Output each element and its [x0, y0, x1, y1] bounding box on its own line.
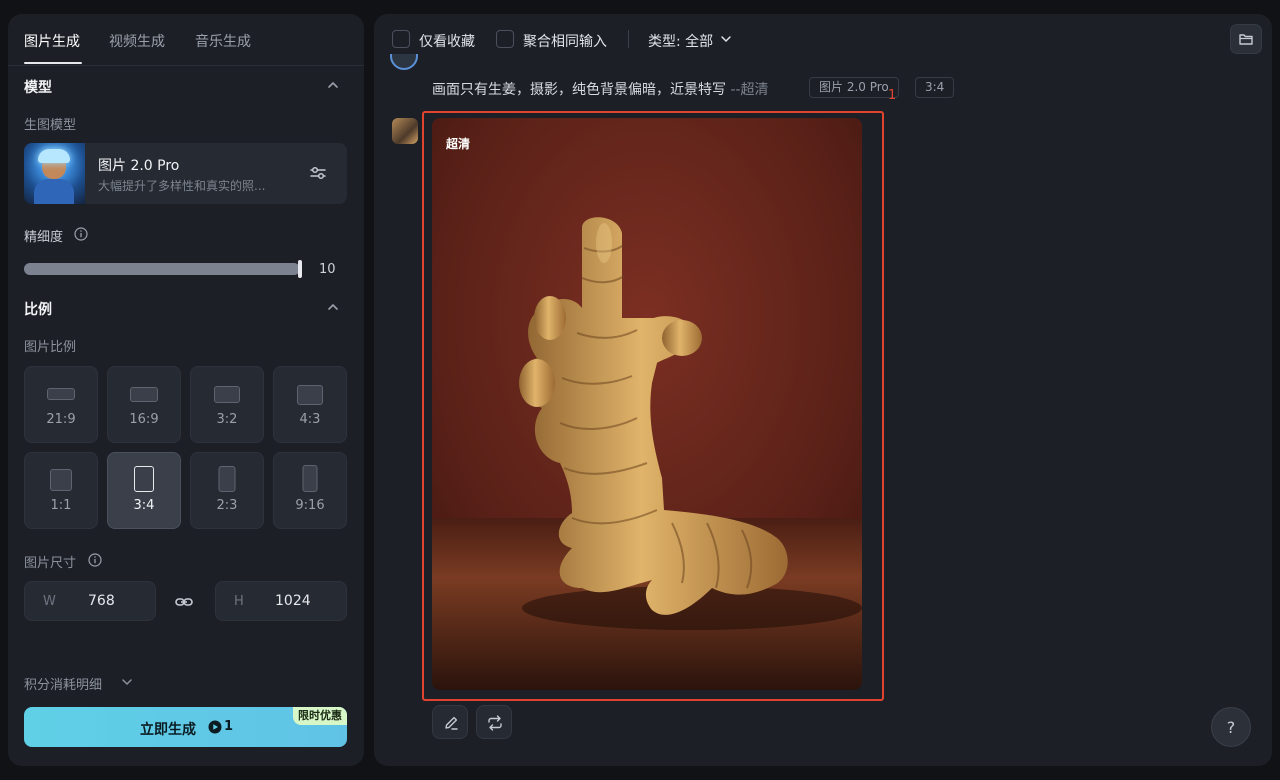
ratio-1-1-shape-icon [50, 469, 72, 491]
model-name: 图片 2.0 Pro [98, 158, 180, 174]
ratio-option-21-9[interactable]: 21:9 [24, 366, 98, 443]
collapse-ratio-chevron-up-icon[interactable] [326, 300, 340, 314]
edit-button[interactable] [432, 705, 468, 739]
type-filter-dropdown[interactable]: 类型: 全部 [648, 31, 713, 51]
merge-same-input-checkbox[interactable] [496, 30, 514, 48]
model-selector-card[interactable]: 图片 2.0 Pro 大幅提升了多样性和真实的照... [24, 143, 347, 204]
precision-label: 精细度 [24, 230, 64, 245]
ratio-option-3-2[interactable]: 3:2 [190, 366, 264, 443]
tab-image-generation[interactable]: 图片生成 [24, 31, 80, 51]
help-question-icon: ? [1226, 718, 1236, 737]
ratio-label: 16:9 [129, 412, 159, 427]
generated-image-ginger[interactable]: 超清 [432, 118, 862, 690]
active-tab-indicator [24, 62, 82, 64]
model-description: 大幅提升了多样性和真实的照... [98, 179, 266, 193]
precision-slider-fill [24, 263, 300, 275]
model-sub-label: 生图模型 [24, 118, 77, 133]
prompt-text: 画面只有生姜，摄影，纯色背景偏暗，近景特写 --超清 [432, 79, 769, 99]
ginger-photo-image [432, 118, 862, 690]
repeat-icon [488, 715, 502, 731]
regenerate-button[interactable] [476, 705, 512, 739]
ratio-3-2-shape-icon [214, 386, 240, 403]
ratio-4-3-shape-icon [297, 385, 323, 405]
precision-slider[interactable] [24, 260, 302, 278]
height-input[interactable]: H 1024 [215, 581, 347, 621]
size-info-icon[interactable] [88, 553, 102, 567]
folder-button[interactable] [1230, 24, 1262, 54]
link-aspect-lock-icon[interactable] [174, 592, 194, 612]
ratio-label: 4:3 [299, 412, 321, 427]
ratio-label: 21:9 [46, 412, 76, 427]
ratio-option-9-16[interactable]: 9:16 [273, 452, 347, 529]
help-button[interactable]: ? [1211, 707, 1251, 747]
generate-credit-cost: 1 [224, 719, 234, 734]
favorites-only-checkbox[interactable] [392, 30, 410, 48]
result-avatar [392, 118, 418, 144]
ratio-option-16-9[interactable]: 16:9 [107, 366, 181, 443]
ratio-sub-label: 图片比例 [24, 340, 77, 355]
ratio-option-3-4[interactable]: 3:4 [107, 452, 181, 529]
folder-icon [1239, 34, 1253, 45]
ratio-label: 3:2 [216, 412, 238, 427]
annotation-number: 1 [888, 88, 897, 103]
width-value: 768 [88, 593, 115, 609]
width-prefix: W [43, 594, 56, 609]
ratio-label: 2:3 [216, 498, 238, 513]
settings-panel: 图片生成 视频生成 音乐生成 模型 生图模型 图片 2.0 Pro 大幅提升了多… [8, 14, 364, 766]
generation-tabs: 图片生成 视频生成 音乐生成 [8, 14, 364, 66]
tab-music-generation[interactable]: 音乐生成 [195, 31, 251, 51]
ratio-2-3-shape-icon [218, 466, 236, 492]
pencil-icon [445, 716, 458, 730]
type-filter-chevron-down-icon[interactable] [720, 33, 732, 45]
precision-slider-thumb[interactable] [298, 260, 302, 278]
prompt-body: 画面只有生姜，摄影，纯色背景偏暗，近景特写 [432, 82, 726, 98]
tab-video-generation[interactable]: 视频生成 [109, 31, 165, 51]
ratio-label: 9:16 [295, 498, 325, 513]
generate-button[interactable]: 立即生成 1 限时优惠 [24, 707, 347, 747]
collapse-model-chevron-up-icon[interactable] [326, 78, 340, 92]
model-thumbnail [24, 143, 85, 204]
precision-info-icon[interactable] [74, 227, 88, 241]
ratio-9-16-shape-icon [302, 465, 318, 492]
promo-badge: 限时优惠 [293, 707, 347, 725]
ratio-label: 1:1 [50, 498, 72, 513]
cost-detail-chevron-down-icon[interactable] [121, 676, 133, 688]
width-input[interactable]: W 768 [24, 581, 156, 621]
ratio-option-4-3[interactable]: 4:3 [273, 366, 347, 443]
sliders-settings-icon[interactable] [309, 164, 327, 182]
credit-coin-icon [208, 720, 222, 734]
merge-same-input-label[interactable]: 聚合相同输入 [523, 31, 607, 51]
precision-value: 10 [319, 262, 336, 277]
generate-label: 立即生成 [140, 722, 196, 738]
results-panel: 仅看收藏 聚合相同输入 类型: 全部 画面只有生姜，摄影，纯色背景偏暗，近景特写… [374, 14, 1272, 766]
model-tag[interactable]: 图片 2.0 Pro [809, 77, 899, 98]
ratio-label: 3:4 [133, 498, 155, 513]
cost-detail-toggle[interactable]: 积分消耗明细 [24, 674, 102, 693]
ratio-tag[interactable]: 3:4 [915, 77, 955, 98]
size-label: 图片尺寸 [24, 556, 77, 571]
prompt-quality-suffix: --超清 [730, 82, 769, 98]
height-prefix: H [234, 594, 244, 609]
quality-label: 超清 [446, 137, 471, 151]
ratio-section-title: 比例 [24, 302, 52, 318]
ratio-option-2-3[interactable]: 2:3 [190, 452, 264, 529]
favorites-only-label[interactable]: 仅看收藏 [419, 31, 475, 51]
ratio-16-9-shape-icon [130, 387, 158, 402]
model-section-title: 模型 [24, 80, 52, 96]
toolbar-divider [628, 30, 629, 48]
user-avatar-icon [390, 54, 418, 70]
ratio-3-4-shape-icon [134, 466, 154, 492]
height-value: 1024 [275, 593, 311, 609]
ratio-option-1-1[interactable]: 1:1 [24, 452, 98, 529]
ratio-21-9-shape-icon [47, 388, 75, 400]
